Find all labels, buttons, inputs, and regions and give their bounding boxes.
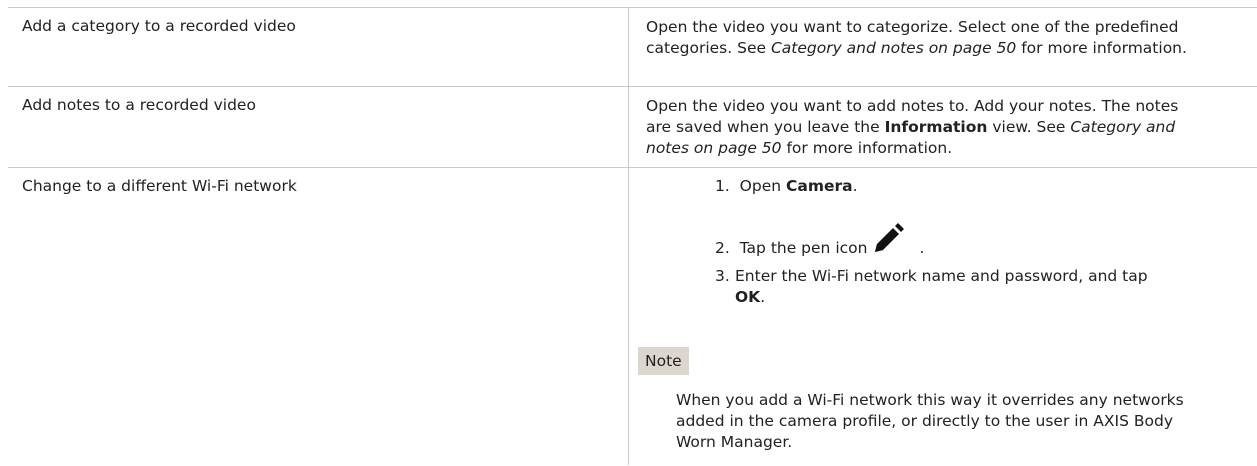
step-text: . — [919, 239, 925, 257]
step-text: Tap the pen icon — [739, 239, 868, 257]
list-item: 1. Open Camera. — [715, 176, 1185, 197]
description-cell: Open the video you want to add notes to.… — [646, 96, 1206, 159]
description-text: view. See — [987, 118, 1071, 136]
task-cell: Add notes to a recorded video — [22, 96, 256, 114]
step-text: . — [760, 288, 766, 306]
step-number: 3. — [715, 267, 730, 285]
list-item: 2. Tap the pen icon. — [715, 222, 1185, 262]
description-cell: Open the video you want to categorize. S… — [646, 17, 1206, 59]
ui-term: OK — [735, 288, 761, 306]
task-cell: Add a category to a recorded video — [22, 17, 296, 35]
step-text: Enter the Wi-Fi network name and passwor… — [735, 267, 1148, 285]
pen-icon — [871, 222, 905, 262]
description-text: for more information. — [781, 139, 953, 157]
table-row: Add a category to a recorded video Open … — [8, 7, 1257, 87]
note-text: When you add a Wi-Fi network this way it… — [676, 391, 1184, 451]
table-row: Add notes to a recorded video Open the v… — [8, 86, 1257, 168]
step-text: . — [852, 177, 858, 195]
column-divider — [628, 7, 629, 465]
ui-term: Camera — [785, 177, 853, 195]
step-text-wrap: Enter the Wi-Fi network name and passwor… — [735, 266, 1175, 308]
page-reference-link[interactable]: Category and notes on page 50 — [771, 39, 1016, 57]
task-cell: Change to a different Wi-Fi network — [22, 177, 297, 195]
note-label: Note — [638, 347, 689, 375]
step-text: Open — [739, 177, 786, 195]
step-number: 1. — [715, 177, 730, 195]
step-number: 2. — [715, 239, 730, 257]
ui-term: Information — [884, 118, 988, 136]
description-text: for more information. — [1016, 39, 1187, 57]
